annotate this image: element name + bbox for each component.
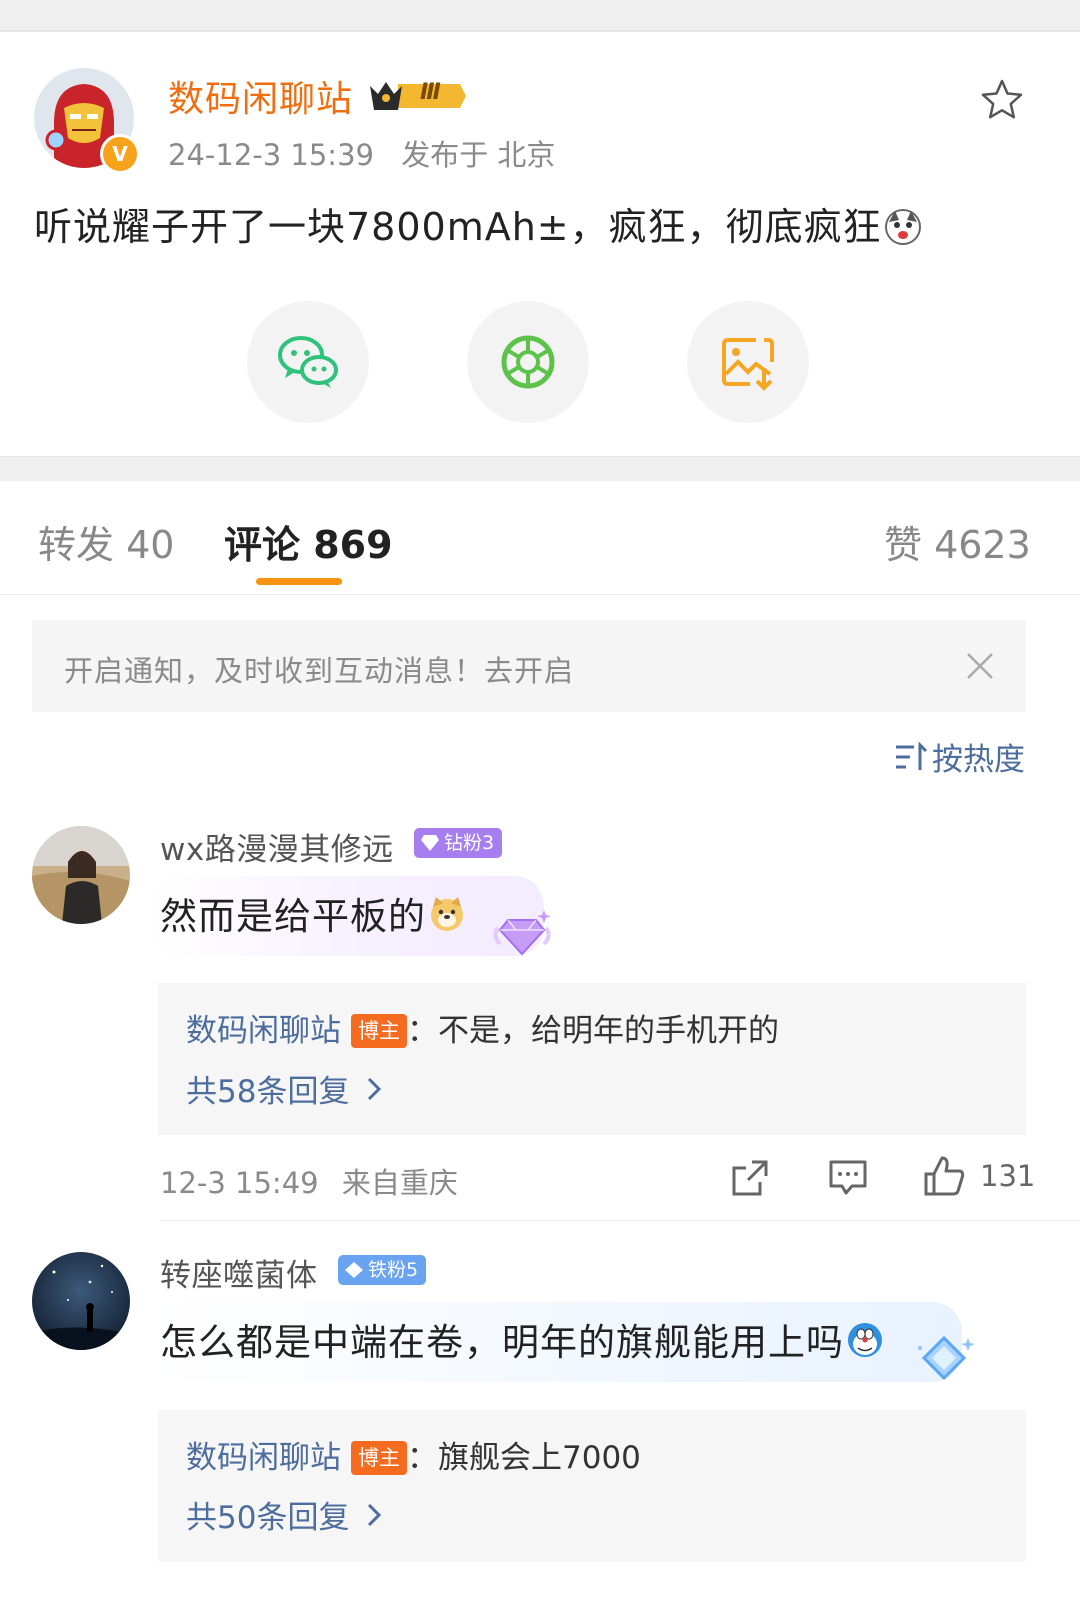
share-moments-button[interactable]	[467, 301, 589, 423]
fan-badge[interactable]: 钻粉3	[414, 828, 503, 858]
reply-text: ：旗舰会上7000	[407, 1440, 641, 1476]
share-icon[interactable]	[730, 1158, 770, 1198]
diamond-icon	[345, 1262, 363, 1278]
comment-text-content: 怎么都是中端在卷，明年的旗舰能用上吗	[160, 1321, 844, 1364]
fan-badge[interactable]: 铁粉5	[338, 1255, 427, 1285]
comment-text-content: 然而是给平板的	[160, 895, 426, 938]
section-divider	[0, 456, 1080, 481]
diamond-fan-decoration-icon	[490, 906, 554, 962]
author-name[interactable]: 数码闲聊站	[168, 70, 353, 122]
reply-line: 数码闲聊站 博主 ：旗舰会上7000	[186, 1432, 641, 1477]
comment-icon[interactable]	[828, 1158, 868, 1198]
diamond-icon	[421, 835, 439, 851]
fan-badge-label: 钻粉3	[444, 832, 495, 854]
chevron-right-icon	[368, 1077, 382, 1100]
author-tag: 博主	[351, 1441, 407, 1475]
thumbs-up-icon	[924, 1156, 965, 1196]
verified-badge: V	[100, 134, 140, 174]
view-replies-link[interactable]: 共50条回复	[186, 1492, 382, 1537]
wechat-icon	[278, 336, 338, 388]
sort-by-hot-button[interactable]: 按热度	[894, 734, 1025, 779]
commenter-avatar[interactable]	[32, 1252, 130, 1350]
comment-meta: 12-3 15:49 来自重庆	[160, 1160, 458, 1202]
reply-count: 共58条回复	[186, 1074, 350, 1110]
comment-text: 怎么都是中端在卷，明年的旗舰能用上吗	[160, 1312, 884, 1366]
share-wechat-button[interactable]	[247, 301, 369, 423]
post-content: 听说耀子开了一块7800mAh±，疯狂，彻底疯狂	[34, 196, 922, 251]
like-count: 131	[980, 1159, 1036, 1193]
author-tag: 博主	[351, 1014, 407, 1048]
level-text: Ⅲ	[420, 80, 441, 105]
commenter-name[interactable]: 转座噬菌体	[160, 1250, 318, 1295]
post-meta: 24-12-3 15:39 发布于 北京	[168, 132, 555, 174]
close-icon[interactable]	[964, 650, 996, 682]
like-button[interactable]: 131	[922, 1154, 1035, 1198]
reply-author[interactable]: 数码闲聊站	[186, 1440, 341, 1476]
reply-count: 共50条回复	[186, 1500, 350, 1536]
reply-author[interactable]: 数码闲聊站	[186, 1013, 341, 1049]
reply-line: 数码闲聊站 博主 ：不是，给明年的手机开的	[186, 1005, 779, 1050]
chevron-right-icon	[368, 1503, 382, 1526]
sort-label: 按热度	[932, 742, 1025, 778]
comment-separator	[160, 1220, 1080, 1221]
top-divider	[0, 30, 1080, 32]
post-time: 24-12-3 15:39	[168, 138, 374, 172]
star-icon[interactable]	[980, 78, 1024, 122]
doge-emoji-icon	[428, 895, 466, 933]
tab-comment[interactable]: 评论 869	[224, 514, 393, 569]
crown-level-icon: Ⅲ	[368, 76, 468, 116]
comment-location: 来自重庆	[341, 1166, 458, 1200]
comment-text: 然而是给平板的	[160, 886, 466, 940]
tab-like[interactable]: 赞 4623	[884, 514, 1031, 569]
husky-emoji-icon	[884, 208, 922, 246]
doraemon-emoji-icon	[846, 1321, 884, 1359]
comment-time: 12-3 15:49	[160, 1166, 319, 1200]
post-text: 听说耀子开了一块7800mAh±，疯狂，彻底疯狂	[34, 205, 882, 249]
active-tab-indicator	[256, 578, 342, 585]
moments-icon	[501, 335, 555, 389]
post-location: 发布于 北京	[401, 138, 556, 172]
notification-text[interactable]: 开启通知，及时收到互动消息！去开启	[64, 648, 574, 690]
commenter-avatar[interactable]	[32, 826, 130, 924]
save-image-button[interactable]	[687, 301, 809, 423]
commenter-name[interactable]: wx路漫漫其修远	[160, 824, 394, 869]
view-replies-link[interactable]: 共58条回复	[186, 1066, 382, 1111]
fan-badge-label: 铁粉5	[368, 1259, 419, 1281]
sort-icon	[896, 741, 928, 770]
top-strip	[0, 0, 1080, 32]
tab-divider	[0, 594, 1080, 595]
save-image-icon	[722, 338, 774, 391]
diamond-fan-decoration-icon	[914, 1332, 978, 1388]
tab-repost[interactable]: 转发 40	[38, 514, 174, 569]
reply-text: ：不是，给明年的手机开的	[407, 1013, 779, 1049]
